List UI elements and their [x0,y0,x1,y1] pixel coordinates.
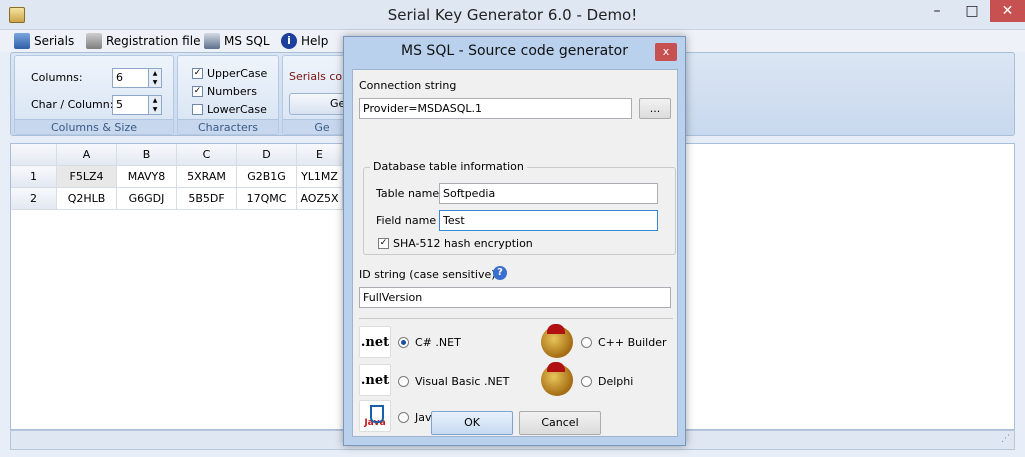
menu-help-label: Help [301,34,329,48]
columns-label: Columns: [31,71,83,84]
group-characters: ✓ UpperCase ✓ Numbers LowerCase Characte… [177,55,279,135]
numbers-label: Numbers [207,85,257,98]
radio-visual-basic-label: Visual Basic .NET [415,375,510,388]
source-code-generator-dialog: MS SQL - Source code generator x Connect… [343,36,686,446]
ok-button[interactable]: OK [431,411,513,435]
dialog-title: MS SQL - Source code generator [401,43,628,59]
column-header[interactable]: B [117,144,177,166]
spin-up-icon[interactable]: ▲ [148,96,161,105]
radio-csharp[interactable]: C# .NET [398,336,461,349]
connection-string-label: Connection string [359,79,457,92]
connection-string-input[interactable]: Provider=MSDASQL.1 [359,98,632,119]
info-icon: i [281,33,297,49]
char-column-stepper[interactable]: 5 ▲ ▼ [112,95,162,115]
radio-cpp-builder-label: C++ Builder [598,336,667,349]
menu-serials-label: Serials [34,34,75,48]
dotnet-logo: .net [359,364,391,396]
window-title: Serial Key Generator 6.0 - Demo! [387,6,638,24]
radio-selected-icon [398,337,409,348]
menu-ms-sql-label: MS SQL [224,34,270,48]
help-icon[interactable]: ? [493,266,507,280]
column-header[interactable]: C [177,144,237,166]
serials-icon [14,33,30,49]
radio-icon [581,376,592,387]
radio-delphi[interactable]: Delphi [581,375,633,388]
database-table-legend: Database table information [370,160,527,173]
grid-cell[interactable]: 5B5DF [177,188,237,210]
char-column-value: 5 [116,98,123,111]
radio-icon [581,337,592,348]
close-button[interactable]: ✕ [990,0,1025,22]
spin-down-icon[interactable]: ▼ [148,78,161,87]
browse-button[interactable]: ... [639,98,671,119]
check-icon: ✓ [192,86,203,97]
grid-cell[interactable]: G6GDJ [117,188,177,210]
lowercase-checkbox[interactable]: LowerCase [192,103,267,116]
row-header[interactable]: 1 [11,166,57,188]
minimize-button[interactable]: – [920,0,954,22]
table-name-label: Table name [376,187,440,200]
check-icon: ✓ [378,238,389,249]
id-string-label: ID string (case sensitive) [359,268,496,281]
radio-icon [398,412,409,423]
menu-registration-file[interactable]: Registration file [86,32,200,50]
divider [359,318,673,319]
java-logo: Java [359,400,391,432]
field-name-input[interactable]: Test [439,210,658,231]
column-header[interactable]: E [297,144,343,166]
dialog-close-button[interactable]: x [655,43,677,61]
dialog-body: Connection string Provider=MSDASQL.1 ...… [352,69,678,437]
grid-cell[interactable]: YL1MZ [297,166,343,188]
menu-ms-sql[interactable]: MS SQL [204,32,270,50]
database-icon [204,33,220,49]
menu-serials[interactable]: Serials [14,32,74,50]
char-column-label: Char / Column: [31,98,114,111]
maximize-button[interactable]: □ [955,0,989,22]
column-header[interactable]: A [57,144,117,166]
cpp-builder-logo [541,324,573,358]
columns-stepper[interactable]: 6 ▲ ▼ [112,68,162,88]
numbers-checkbox[interactable]: ✓ Numbers [192,85,257,98]
group-label-columns-size: Columns & Size [15,119,173,134]
radio-delphi-label: Delphi [598,375,634,388]
radio-icon [398,376,409,387]
grid-cell[interactable]: 17QMC [237,188,297,210]
grid-cell[interactable]: MAVY8 [117,166,177,188]
grid-cell[interactable]: 5XRAM [177,166,237,188]
grid-cell[interactable]: AOZ5X [297,188,343,210]
database-table-group: Database table information Table name So… [363,160,676,255]
radio-csharp-label: C# .NET [415,336,461,349]
uppercase-checkbox[interactable]: ✓ UpperCase [192,67,267,80]
row-header[interactable]: 2 [11,188,57,210]
columns-value: 6 [116,71,123,84]
radio-visual-basic[interactable]: Visual Basic .NET [398,375,509,388]
resize-grip-icon[interactable]: ⋰ [1001,434,1010,444]
check-icon: ✓ [192,68,203,79]
grid-cell[interactable]: G2B1G [237,166,297,188]
lowercase-label: LowerCase [207,103,267,116]
delphi-logo [541,362,573,396]
grid-cell[interactable]: F5LZ4 [57,166,117,188]
dotnet-logo: .net [359,326,391,358]
menu-registration-label: Registration file [106,34,201,48]
field-name-label: Field name [376,214,437,227]
spin-up-icon[interactable]: ▲ [148,69,161,78]
menu-help[interactable]: i Help [281,32,328,50]
spin-down-icon[interactable]: ▼ [148,105,161,114]
column-header[interactable]: D [237,144,297,166]
title-bar: Serial Key Generator 6.0 - Demo! – □ ✕ [0,0,1025,30]
sha512-checkbox[interactable]: ✓ SHA-512 hash encryption [378,237,533,250]
table-name-input[interactable]: Softpedia [439,183,658,204]
group-columns-size: Columns: 6 ▲ ▼ Char / Column: 5 ▲ ▼ Colu… [14,55,174,135]
uppercase-label: UpperCase [207,67,268,80]
registration-icon [86,33,102,49]
id-string-input[interactable]: FullVersion [359,287,671,308]
cancel-button[interactable]: Cancel [519,411,601,435]
group-label-characters: Characters [178,119,278,134]
sha512-label: SHA-512 hash encryption [393,237,533,250]
radio-cpp-builder[interactable]: C++ Builder [581,336,667,349]
grid-cell[interactable]: Q2HLB [57,188,117,210]
checkbox-empty-icon [192,104,203,115]
grid-corner [11,144,57,166]
